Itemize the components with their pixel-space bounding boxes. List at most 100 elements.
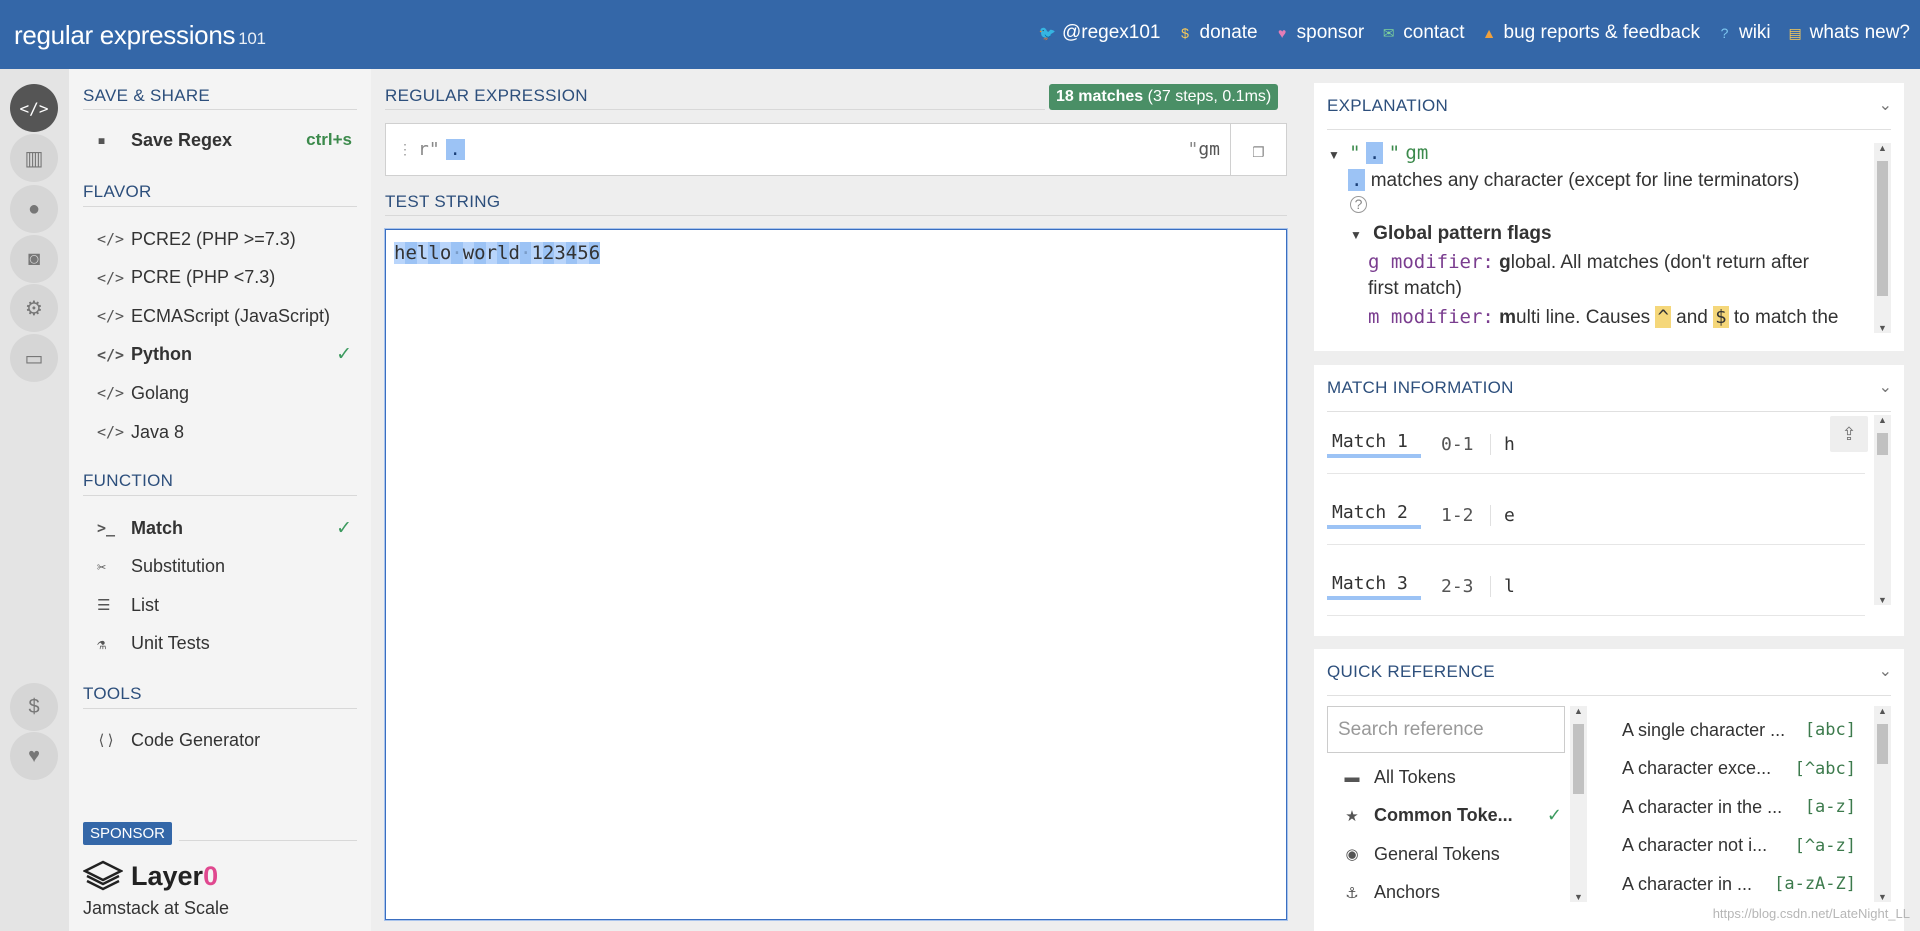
sponsor-logo[interactable]: Layer0 bbox=[83, 860, 218, 892]
code-icon: </> bbox=[97, 423, 125, 441]
flags-header: ▼ Global pattern flags bbox=[1350, 223, 1552, 245]
stack-icon: ▬ bbox=[1344, 768, 1360, 786]
flavor-label: PCRE (PHP <7.3) bbox=[131, 267, 276, 288]
dollar-icon[interactable]: $ bbox=[10, 683, 58, 731]
left-sidebar: SAVE & SHARE ▪ Save Regex ctrl+s FLAVOR … bbox=[69, 69, 371, 931]
copy-icon[interactable]: ❐ bbox=[1230, 124, 1286, 175]
settings-icon[interactable]: ⚙ bbox=[10, 284, 58, 332]
function-item-match[interactable]: >_ Match ✓ bbox=[97, 513, 352, 543]
scroll-down-icon[interactable]: ▼ bbox=[1874, 323, 1891, 333]
regex-pattern[interactable]: . bbox=[445, 139, 465, 160]
flavor-item-4[interactable]: </> Golang bbox=[97, 378, 352, 408]
app-logo[interactable]: regular expressions 101 bbox=[14, 20, 266, 51]
reference-entry[interactable]: A character exce... [^abc] bbox=[1622, 754, 1856, 784]
nav-link-question[interactable]: ? wiki bbox=[1716, 22, 1771, 44]
reference-category-1[interactable]: ★ Common Toke... ✓ bbox=[1342, 801, 1562, 831]
logo-version: 101 bbox=[238, 29, 266, 48]
scroll-thumb[interactable] bbox=[1573, 724, 1584, 794]
scroll-thumb[interactable] bbox=[1877, 161, 1888, 296]
function-title: FUNCTION bbox=[83, 471, 174, 490]
match-highlight: l bbox=[497, 242, 509, 264]
flavor-item-1[interactable]: </> PCRE (PHP <7.3) bbox=[97, 263, 352, 293]
chevron-down-icon[interactable]: ⌄ bbox=[1879, 377, 1892, 397]
check-icon: ✓ bbox=[336, 517, 352, 539]
entry-description: A single character ... bbox=[1622, 719, 1786, 740]
reference-entry[interactable]: A character in the ... [a-z] bbox=[1622, 792, 1856, 822]
caret-down-icon[interactable]: ▼ bbox=[1350, 228, 1362, 242]
match-info-panel: MATCH INFORMATION ⌄ Match 1 0-1 h Match 2 1-… bbox=[1314, 365, 1904, 636]
scroll-up-icon[interactable]: ▲ bbox=[1874, 143, 1891, 153]
user-icon[interactable]: ● bbox=[10, 185, 58, 233]
scroll-up-icon[interactable]: ▲ bbox=[1874, 706, 1891, 716]
function-item-substitution[interactable]: ✂ Substitution bbox=[97, 552, 352, 582]
chevron-down-icon[interactable]: ⌄ bbox=[1879, 661, 1892, 681]
nav-link-dollar[interactable]: $ donate bbox=[1177, 22, 1258, 44]
match-row[interactable]: Match 2 1-2 e bbox=[1327, 487, 1865, 545]
chat-icon[interactable]: ▭ bbox=[10, 334, 58, 382]
scroll-down-icon[interactable]: ▼ bbox=[1570, 892, 1587, 902]
code-generator-link[interactable]: ⟨⟩ Code Generator bbox=[97, 725, 352, 755]
function-item-unit-tests[interactable]: ⚗ Unit Tests bbox=[97, 629, 352, 659]
sponsor-zero: 0 bbox=[203, 860, 219, 891]
drag-grip-icon[interactable]: ⋮ bbox=[398, 142, 412, 158]
scroll-thumb[interactable] bbox=[1877, 433, 1888, 455]
code-file-icon: ⟨⟩ bbox=[97, 731, 116, 749]
flavor-item-5[interactable]: </> Java 8 bbox=[97, 417, 352, 447]
share-icon[interactable]: ⇪ bbox=[1830, 416, 1868, 452]
reference-entry[interactable]: A single character ... [abc] bbox=[1622, 715, 1856, 745]
match-scrollbar[interactable]: ▲ ▼ bbox=[1874, 415, 1891, 605]
nav-link-label: bug reports & feedback bbox=[1503, 22, 1700, 43]
match-row[interactable]: Match 1 0-1 h bbox=[1327, 416, 1865, 474]
reference-category-3[interactable]: ⚓ Anchors bbox=[1342, 878, 1562, 908]
help-icon[interactable]: ? bbox=[1350, 196, 1367, 213]
save-regex-button[interactable]: ▪ Save Regex ctrl+s bbox=[97, 125, 352, 155]
g-modifier-cont: first match) bbox=[1368, 278, 1462, 299]
test-string-input[interactable]: hello·world·123456 bbox=[385, 229, 1287, 920]
library-icon[interactable]: ▥ bbox=[10, 134, 58, 182]
heart-icon[interactable]: ♥ bbox=[10, 732, 58, 780]
sponsor-name: Layer bbox=[131, 860, 204, 891]
tools-title: TOOLS bbox=[83, 684, 142, 703]
entry-token: [a-z] bbox=[1804, 797, 1856, 818]
nav-link-heart[interactable]: ♥ sponsor bbox=[1274, 22, 1364, 44]
anchor-icon: ⚓ bbox=[1345, 884, 1359, 902]
check-icon: ✓ bbox=[336, 344, 352, 366]
code-icon: </> bbox=[97, 384, 125, 403]
divider bbox=[83, 495, 357, 496]
regex-flags[interactable]: gm bbox=[1198, 139, 1220, 160]
chevron-down-icon[interactable]: ⌄ bbox=[1879, 95, 1892, 115]
reference-category-0[interactable]: ▬ All Tokens bbox=[1342, 762, 1562, 792]
reference-category-2[interactable]: ◉ General Tokens bbox=[1342, 839, 1562, 869]
gamepad-icon[interactable]: ◙ bbox=[10, 235, 58, 283]
match-row[interactable]: Match 3 2-3 l bbox=[1327, 558, 1865, 616]
scroll-up-icon[interactable]: ▲ bbox=[1874, 415, 1891, 425]
explanation-root: ▼ " . " gm bbox=[1328, 142, 1428, 165]
code-icon[interactable]: </> bbox=[10, 84, 58, 132]
scroll-thumb[interactable] bbox=[1877, 724, 1888, 764]
flavor-item-0[interactable]: </> PCRE2 (PHP >=7.3) bbox=[97, 224, 352, 254]
flavor-item-3[interactable]: </> Python ✓ bbox=[97, 340, 352, 370]
match-count-badge: 18 matches (37 steps, 0.1ms) bbox=[1049, 84, 1279, 110]
save-regex-label: Save Regex bbox=[131, 129, 233, 150]
scroll-up-icon[interactable]: ▲ bbox=[1570, 706, 1587, 716]
regex-input[interactable]: ⋮ r" . "gm ❐ bbox=[385, 123, 1287, 176]
entries-scrollbar[interactable]: ▲ ▼ bbox=[1874, 706, 1891, 902]
code-icon: </> bbox=[97, 268, 125, 287]
nav-link-twitter[interactable]: 🐦 @regex101 bbox=[1039, 22, 1161, 44]
flavor-item-2[interactable]: </> ECMAScript (JavaScript) bbox=[97, 301, 352, 331]
nav-link-news[interactable]: ▤ whats new? bbox=[1787, 22, 1910, 44]
function-item-list[interactable]: ☰ List bbox=[97, 590, 352, 620]
save-share-title: SAVE & SHARE bbox=[83, 86, 211, 105]
reference-search-input[interactable] bbox=[1327, 706, 1565, 753]
explanation-scrollbar[interactable]: ▲ ▼ bbox=[1874, 143, 1891, 333]
nav-link-warning[interactable]: ▲ bug reports & feedback bbox=[1481, 22, 1700, 44]
reference-entry[interactable]: A character in ... [a-zA-Z] bbox=[1622, 869, 1856, 899]
test-string-title: TEST STRING bbox=[385, 192, 501, 211]
scroll-down-icon[interactable]: ▼ bbox=[1874, 892, 1891, 902]
categories-scrollbar[interactable]: ▲ ▼ bbox=[1570, 706, 1587, 902]
code-icon: </> bbox=[97, 345, 125, 364]
reference-entry[interactable]: A character not i... [^a-z] bbox=[1622, 831, 1856, 861]
caret-down-icon[interactable]: ▼ bbox=[1328, 148, 1340, 162]
nav-link-envelope[interactable]: ✉ contact bbox=[1380, 22, 1465, 44]
scroll-down-icon[interactable]: ▼ bbox=[1874, 595, 1891, 605]
